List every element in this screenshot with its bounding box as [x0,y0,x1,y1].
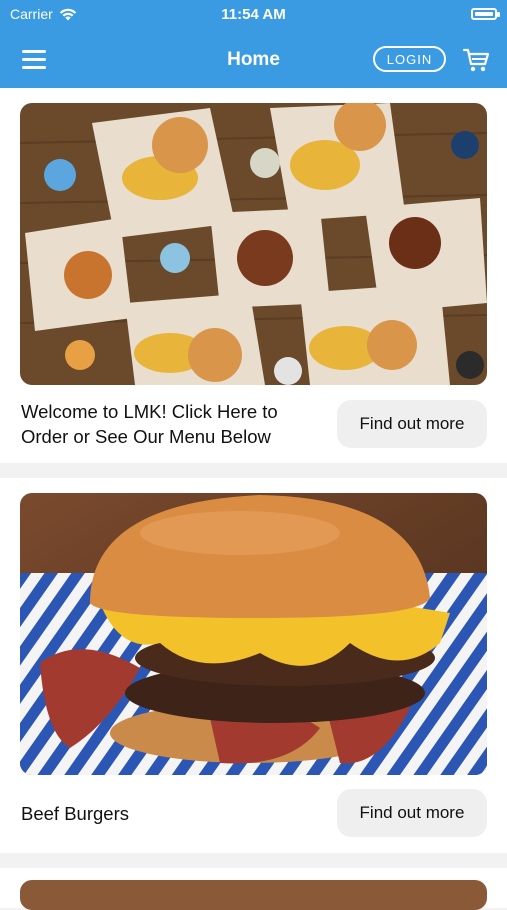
cart-icon[interactable] [462,46,490,74]
category-card-partial[interactable] [0,868,507,910]
find-out-more-button[interactable]: Find out more [337,789,487,837]
category-image-partial [20,880,487,910]
promo-image [20,103,487,385]
carrier-label: Carrier [10,6,53,22]
carrier-group: Carrier [10,6,77,22]
promo-text: Welcome to LMK! Click Here to Order or S… [21,401,278,447]
promo-card[interactable]: Welcome to LMK! Click Here to Order or S… [0,88,507,463]
login-button[interactable]: LOGIN [373,46,446,72]
category-image [20,493,487,775]
burger-illustration [20,493,487,775]
battery-icon [471,8,500,20]
status-bar: Carrier 11:54 AM [0,0,507,28]
category-title: Beef Burgers [21,803,129,824]
food-table-illustration [20,103,487,385]
category-card[interactable]: Beef Burgers Find out more [0,478,507,853]
app-bar: Carrier 11:54 AM Home LOGIN [0,0,507,88]
nav-row: Home LOGIN [0,40,507,80]
find-out-more-button[interactable]: Find out more [337,400,487,448]
wifi-icon [59,8,76,20]
